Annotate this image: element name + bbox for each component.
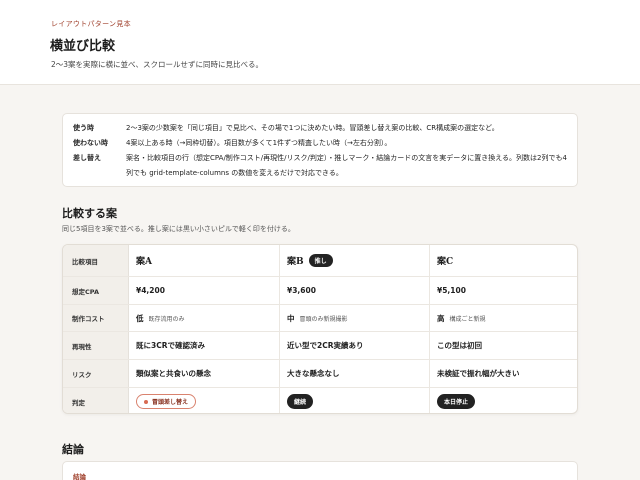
conclusion-label: 結論 xyxy=(73,473,86,480)
table-cell: 中冒頭のみ新規撮影 xyxy=(279,305,429,331)
plan-header-b: 案B 推し xyxy=(279,245,429,276)
status-dot-icon xyxy=(144,399,148,404)
verdict-pill: 継続 xyxy=(287,394,314,409)
cell-main: 低 xyxy=(136,313,144,323)
verdict-text: 冒頭差し替え xyxy=(152,399,189,406)
table-cell: 大きな懸念なし xyxy=(279,360,429,387)
eyebrow-label: レイアウトパターン見本 xyxy=(51,20,131,28)
usage-key: 使わない時 xyxy=(73,139,108,147)
page-header: レイアウトパターン見本 横並び比較 2〜3案を実際に横に並べ、スクロールせずに同… xyxy=(0,0,640,85)
usage-value: 2〜3案の少数案を「同じ項目」で見比べ、その場で1つに決めたい時。冒頭差し替え案… xyxy=(126,124,499,132)
cell-note: 冒頭のみ新規撮影 xyxy=(299,315,348,323)
comparison-table: 比較項目 案A 案B 推し 案C 想定CPA ¥4,200 ¥3,600 ¥5,1… xyxy=(62,244,578,414)
plan-name: 案C xyxy=(437,257,454,267)
verdict-pill-outline: 冒頭差し替え xyxy=(136,394,197,409)
table-cell: 類似案と共食いの懸念 xyxy=(136,369,211,378)
plan-name: 案B xyxy=(287,257,304,267)
table-cell: 低既存流用のみ xyxy=(129,305,279,331)
table-row: 再現性 既に3CRで確認済み 近い型で2CR実績あり この型は初回 xyxy=(63,331,577,359)
table-cell: 未検証で振れ幅が大きい xyxy=(429,360,577,387)
table-cell: 近い型で2CR実績あり xyxy=(279,332,429,359)
recommended-badge: 推し xyxy=(308,254,333,267)
plan-header-c: 案C xyxy=(429,245,577,276)
table-row-verdict: 判定 冒頭差し替え 継続 本日停止 xyxy=(63,387,577,413)
table-cell: この型は初回 xyxy=(429,332,577,359)
cell-main: 中 xyxy=(287,313,295,323)
row-label: リスク xyxy=(63,360,129,387)
row-label: 判定 xyxy=(63,388,129,413)
table-header-row: 比較項目 案A 案B 推し 案C xyxy=(63,245,577,276)
table-cell: 継続 xyxy=(279,388,429,413)
compare-subtext: 同じ5項目を3案で並べる。推し案には黒い小さいピルで軽く印を付ける。 xyxy=(62,225,295,233)
row-label: 想定CPA xyxy=(63,277,129,304)
table-cell: ¥5,100 xyxy=(429,277,577,304)
table-cell: 既に3CRで確認済み xyxy=(136,341,205,350)
usage-key: 使う時 xyxy=(73,124,94,132)
row-label: 制作コスト xyxy=(63,305,129,331)
table-cell: ¥4,200 xyxy=(136,286,165,295)
usage-value: 案名・比較項目の行（想定CPA/制作コスト/再現性/リスク/判定）・推しマーク・… xyxy=(126,154,567,177)
compare-heading: 比較する案 xyxy=(62,207,117,220)
table-cell: 本日停止 xyxy=(429,388,577,413)
usage-card: 使う時 2〜3案の少数案を「同じ項目」で見比べ、その場で1つに決めたい時。冒頭差… xyxy=(62,113,578,187)
cell-main: 高 xyxy=(437,313,445,323)
table-cell: 高構成ごと新規 xyxy=(429,305,577,331)
table-row: 想定CPA ¥4,200 ¥3,600 ¥5,100 xyxy=(63,276,577,304)
page-lead: 2〜3案を実際に横に並べ、スクロールせずに同時に見比べる。 xyxy=(51,60,264,69)
usage-value: 4案以上ある時（→同枠切替）。項目数が多くて1件ずつ精査したい時（→左右分割）。 xyxy=(126,139,392,147)
row-label: 比較項目 xyxy=(63,245,129,276)
plan-name: 案A xyxy=(136,257,152,267)
table-cell: 冒頭差し替え xyxy=(129,388,279,413)
table-row: 制作コスト 低既存流用のみ 中冒頭のみ新規撮影 高構成ごと新規 xyxy=(63,304,577,331)
verdict-pill: 本日停止 xyxy=(437,394,476,409)
table-cell: ¥3,600 xyxy=(279,277,429,304)
cell-note: 既存流用のみ xyxy=(148,315,185,323)
conclusion-heading: 結論 xyxy=(62,443,84,456)
page-title: 横並び比較 xyxy=(50,39,116,54)
cell-note: 構成ごと新規 xyxy=(449,315,486,323)
conclusion-card: 結論 xyxy=(62,461,578,480)
row-label: 再現性 xyxy=(63,332,129,359)
usage-key: 差し替え xyxy=(73,154,101,162)
plan-header-a: 案A xyxy=(129,245,279,276)
table-row: リスク 類似案と共食いの懸念 大きな懸念なし 未検証で振れ幅が大きい xyxy=(63,359,577,387)
